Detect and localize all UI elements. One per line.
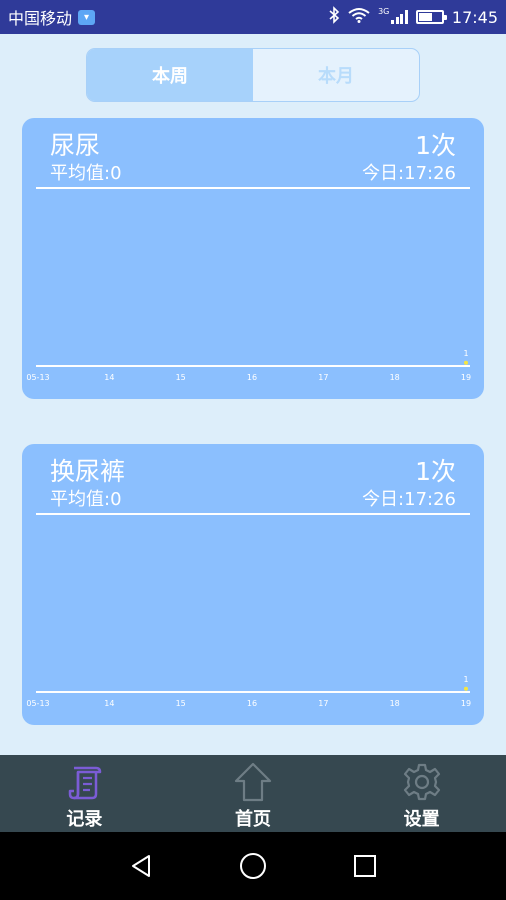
card-count: 1次	[415, 131, 456, 160]
system-nav	[0, 832, 506, 900]
nav-label: 记录	[66, 809, 103, 830]
home-circle-icon[interactable]	[197, 832, 309, 900]
carrier-name: 中国移动	[8, 9, 73, 28]
recents-icon[interactable]	[309, 832, 421, 900]
x-tick-label: 19	[461, 699, 471, 708]
tab-this-week[interactable]: 本周	[87, 49, 253, 101]
data-point	[464, 360, 468, 365]
x-tick-label: 17	[318, 373, 328, 382]
card-title: 换尿裤	[50, 457, 126, 486]
nav-home[interactable]: 首页	[169, 755, 338, 832]
x-tick-label: 16	[247, 699, 257, 708]
nav-label: 首页	[235, 809, 271, 830]
nav-label: 设置	[403, 809, 440, 830]
back-icon[interactable]	[85, 832, 197, 900]
x-tick-label: 18	[390, 373, 400, 382]
card-count: 1次	[415, 457, 456, 486]
diaper-card: 05-13 14 15 16 17 18 19 1 换尿裤 1次 平均值:0 今日:17:26	[22, 444, 484, 725]
x-tick-label: 19	[461, 373, 471, 382]
gear-icon	[401, 761, 443, 803]
scroll-icon	[63, 761, 105, 803]
card-title: 尿尿	[50, 131, 101, 160]
nav-records[interactable]: 记录	[0, 755, 169, 832]
home-icon	[232, 761, 274, 803]
bluetooth-icon	[328, 6, 340, 28]
x-tick-label: 14	[104, 373, 114, 382]
card-today: 今日:17:26	[362, 163, 456, 184]
nav-settings[interactable]: 设置	[337, 755, 506, 832]
card-average: 平均值:0	[50, 489, 122, 510]
card-average: 平均值:0	[50, 163, 122, 184]
x-tick-label: 05-13	[26, 373, 49, 382]
battery-icon	[415, 10, 447, 24]
x-tick-label: 15	[176, 699, 186, 708]
status-bar: 中国移动 ▾ 3G 17:45	[0, 0, 506, 34]
pee-card: 05-13 14 15 16 17 18 19 1 尿尿 1次 平均值:0 今日:17:26	[22, 118, 484, 399]
card-divider	[36, 513, 470, 515]
data-label: 1	[463, 349, 468, 358]
network-type: 3G	[378, 6, 390, 16]
signal-icon	[391, 10, 408, 24]
period-tabs: 本周 本月	[86, 48, 420, 102]
carrier-badge-icon: ▾	[78, 9, 96, 25]
x-tick-label: 05-13	[26, 699, 49, 708]
tab-this-month[interactable]: 本月	[253, 49, 419, 101]
wifi-icon	[348, 7, 370, 27]
card-today: 今日:17:26	[362, 489, 456, 510]
x-tick-label: 18	[390, 699, 400, 708]
x-tick-label: 16	[247, 373, 257, 382]
x-tick-label: 17	[318, 699, 328, 708]
x-tick-label: 15	[176, 373, 186, 382]
bottom-nav: 记录 首页 设置	[0, 755, 506, 832]
data-point	[464, 686, 468, 691]
x-tick-label: 14	[104, 699, 114, 708]
data-label: 1	[463, 675, 468, 684]
status-time: 17:45	[451, 7, 498, 27]
card-divider	[36, 187, 470, 189]
